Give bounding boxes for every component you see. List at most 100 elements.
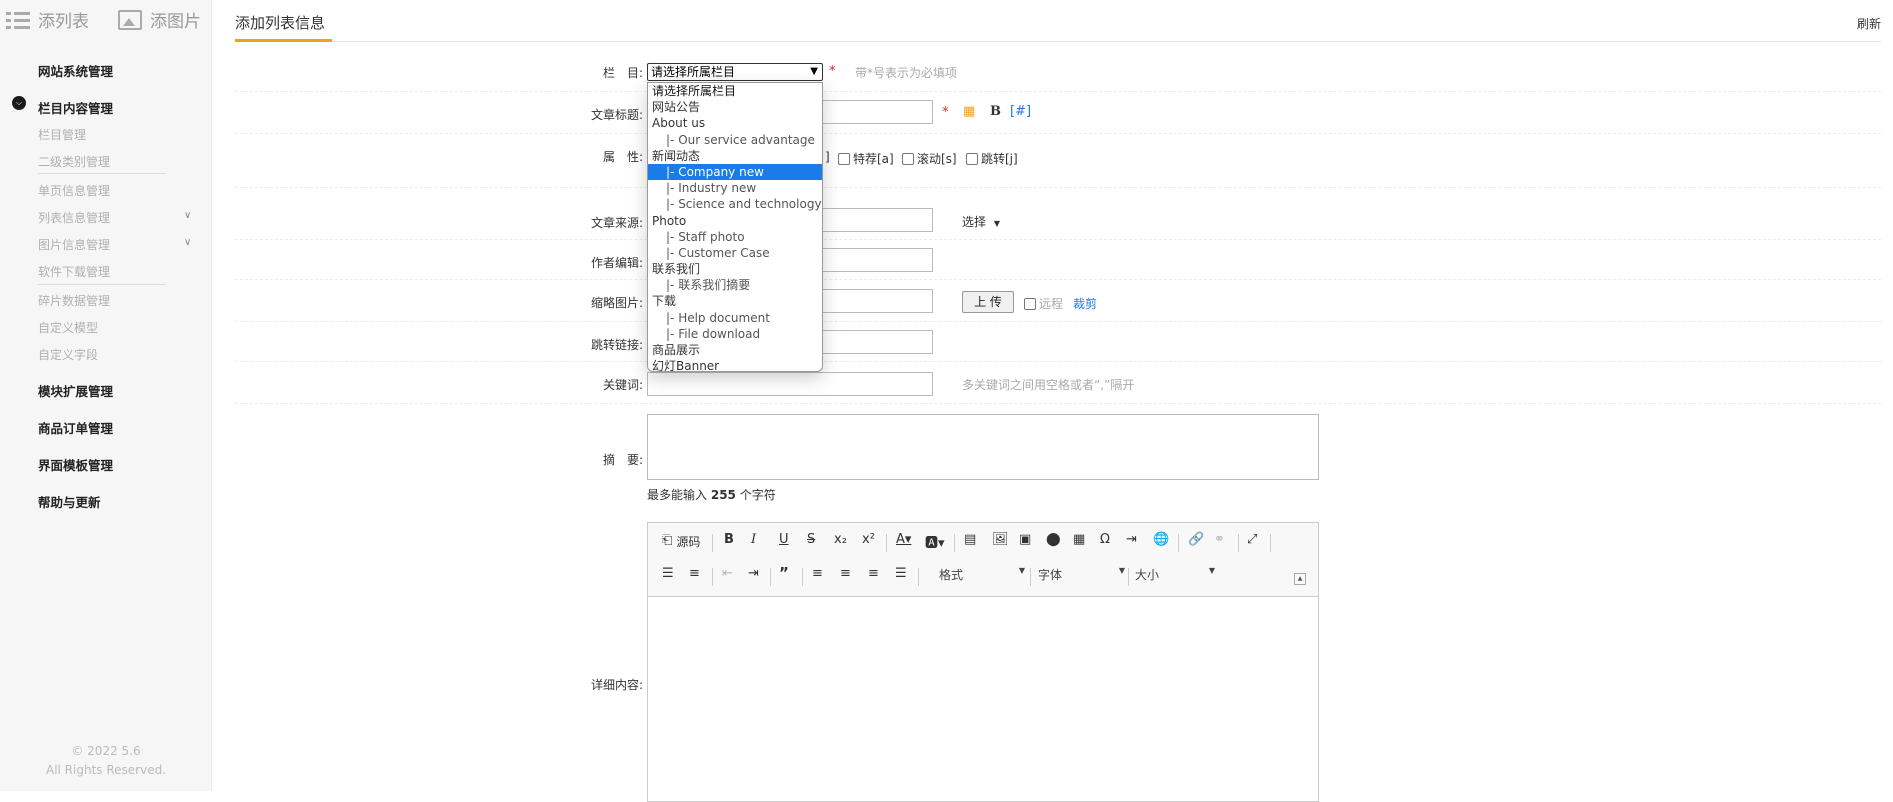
sidebar-subitem-custom-model[interactable]: 自定义模型	[38, 319, 98, 336]
dropdown-option[interactable]: |- 联系我们摘要	[648, 277, 822, 293]
chevron-down-icon[interactable]: ⌵	[12, 96, 26, 110]
toolbar-separator	[1128, 568, 1129, 586]
title-underline	[235, 39, 332, 42]
category-select[interactable]: 请选择所属栏目 ▼	[647, 63, 823, 81]
dropdown-option[interactable]: About us	[648, 115, 822, 131]
bold-icon[interactable]: B	[724, 532, 734, 547]
attr-featured-checkbox[interactable]: 特荐[a]	[838, 150, 894, 167]
maximize-icon[interactable]: ⤢	[1247, 532, 1257, 547]
attr-option-partial[interactable]: ]	[825, 150, 830, 164]
unlink-icon[interactable]: ⚭	[1214, 532, 1225, 547]
link-icon[interactable]: 🔗	[1188, 532, 1204, 547]
format-select[interactable]: 格式 ▼	[939, 566, 1025, 583]
sidebar-item-product-orders[interactable]: 商品订单管理	[38, 418, 113, 437]
size-select[interactable]: 大小 ▼	[1135, 566, 1215, 583]
category-dropdown-list[interactable]: 请选择所属栏目 网站公告 About us |- Our service advant…	[647, 82, 823, 372]
upload-button[interactable]: 上 传	[962, 291, 1014, 313]
dropdown-option[interactable]: 下载	[648, 293, 822, 309]
sidebar-subitem-fragment-data[interactable]: 碎片数据管理	[38, 292, 110, 309]
font-select[interactable]: 字体 ▼	[1038, 566, 1125, 583]
special-char-icon[interactable]: Ω	[1100, 532, 1110, 547]
dropdown-option[interactable]: |- File download	[648, 326, 822, 342]
source-button[interactable]: ⎗ 源码	[662, 533, 700, 550]
sidebar-subitem-list-info[interactable]: 列表信息管理	[38, 209, 110, 226]
attributes-label: 属 性:	[602, 150, 643, 164]
keywords-label: 关键词:	[602, 378, 643, 392]
blockquote-icon[interactable]: ”	[779, 564, 789, 582]
superscript-icon[interactable]: x²	[862, 532, 875, 547]
form-row-source: 文章来源: 选择 ▼	[235, 200, 1881, 240]
crop-link[interactable]: 裁剪	[1073, 295, 1097, 312]
strikethrough-icon[interactable]: S	[807, 532, 815, 547]
table-icon[interactable]: ▦	[1073, 532, 1085, 547]
subscript-icon[interactable]: x₂	[834, 532, 847, 547]
dropdown-option[interactable]: 新闻动态	[648, 148, 822, 164]
collapse-toolbar-icon[interactable]: ▲	[1294, 573, 1306, 585]
sidebar-item-templates[interactable]: 界面模板管理	[38, 455, 113, 474]
attr-scroll-checkbox[interactable]: 滚动[s]	[902, 150, 957, 167]
sidebar-subitem-software-download[interactable]: 软件下载管理	[38, 263, 110, 280]
checkbox[interactable]	[838, 152, 850, 165]
dropdown-option[interactable]: 请选择所属栏目	[648, 83, 822, 99]
dropdown-option[interactable]: Photo	[648, 213, 822, 229]
dropdown-option[interactable]: 商品展示	[648, 342, 822, 358]
checkbox[interactable]	[902, 152, 914, 165]
dropdown-option[interactable]: 幻灯Banner	[648, 358, 822, 371]
unordered-list-icon[interactable]: ≡	[689, 566, 700, 581]
template-icon[interactable]: ▤	[964, 532, 976, 547]
ordered-list-icon[interactable]: ☰	[662, 566, 674, 581]
text-color-icon[interactable]: A▾	[896, 532, 911, 547]
underline-icon[interactable]: U	[779, 532, 789, 547]
dropdown-option[interactable]: |- Customer Case	[648, 245, 822, 261]
italic-icon[interactable]: I	[751, 532, 756, 547]
flash-icon[interactable]: ⬤	[1046, 532, 1061, 547]
add-list-tab[interactable]: 添列表	[6, 7, 89, 32]
image-icon[interactable]: 🖼	[992, 532, 1009, 547]
bold-toggle[interactable]: B	[990, 104, 1001, 119]
keywords-input[interactable]	[647, 372, 933, 396]
dropdown-option[interactable]: 网站公告	[648, 99, 822, 115]
sidebar-item-site-system[interactable]: 网站系统管理	[38, 61, 113, 80]
outdent-icon[interactable]: ⇤	[722, 566, 733, 581]
sidebar-item-help-update[interactable]: 帮助与更新	[38, 492, 101, 511]
align-center-icon[interactable]: ≡	[840, 566, 851, 581]
sidebar-subitem-custom-field[interactable]: 自定义字段	[38, 346, 98, 363]
required-hint: 带*号表示为必填项	[855, 66, 958, 80]
sidebar-item-module-extension[interactable]: 模块扩展管理	[38, 381, 113, 400]
hash-link[interactable]: [#]	[1010, 104, 1031, 119]
attr-jump-checkbox[interactable]: 跳转[j]	[966, 150, 1018, 167]
indent-icon[interactable]: ⇥	[748, 566, 759, 581]
sidebar-subitem-secondary-category[interactable]: 二级类别管理	[38, 153, 110, 170]
dropdown-option[interactable]: |- Science and technology	[648, 196, 822, 212]
sidebar-subitem-column-manage[interactable]: 栏目管理	[38, 126, 86, 143]
align-justify-icon[interactable]: ☰	[895, 566, 907, 581]
remote-checkbox[interactable]: 远程	[1024, 295, 1063, 312]
align-left-icon[interactable]: ≡	[812, 566, 823, 581]
multi-image-icon[interactable]: ▣	[1019, 532, 1031, 547]
checkbox[interactable]	[1024, 297, 1036, 310]
rich-text-editor[interactable]: ⎗ 源码 B I U S x₂ x² A▾ 🅰▾ ▤ 🖼 ▣ ⬤ ▦ Ω ⇥ 🌐 …	[647, 522, 1319, 802]
source-select[interactable]: 选择 ▼	[962, 213, 1000, 230]
expand-arrow-icon[interactable]: ∨	[184, 237, 191, 248]
background-color-icon[interactable]: 🅰▾	[925, 532, 945, 551]
checkbox[interactable]	[966, 152, 978, 165]
sidebar-item-column-content[interactable]: 栏目内容管理	[38, 98, 113, 117]
author-label: 作者编辑:	[590, 256, 643, 270]
color-picker-icon[interactable]: ▦	[963, 104, 975, 119]
align-right-icon[interactable]: ≡	[868, 566, 879, 581]
sidebar-subitem-single-page[interactable]: 单页信息管理	[38, 182, 110, 199]
page-break-icon[interactable]: ⇥	[1126, 532, 1137, 547]
summary-textarea[interactable]	[647, 414, 1319, 480]
refresh-button[interactable]: 刷新	[1857, 15, 1881, 32]
dropdown-option[interactable]: |- Help document	[648, 310, 822, 326]
editor-toolbar: ⎗ 源码 B I U S x₂ x² A▾ 🅰▾ ▤ 🖼 ▣ ⬤ ▦ Ω ⇥ 🌐 …	[648, 523, 1318, 597]
dropdown-option[interactable]: |- Company new	[648, 163, 822, 181]
add-image-tab[interactable]: 添图片	[118, 7, 201, 32]
sidebar-subitem-image-info[interactable]: 图片信息管理	[38, 236, 110, 253]
dropdown-option[interactable]: |- Industry new	[648, 180, 822, 196]
dropdown-option[interactable]: |- Staff photo	[648, 229, 822, 245]
dropdown-option[interactable]: |- Our service advantage	[648, 132, 822, 148]
expand-arrow-icon[interactable]: ∨	[184, 210, 191, 221]
iframe-icon[interactable]: 🌐	[1153, 532, 1169, 547]
dropdown-option[interactable]: 联系我们	[648, 261, 822, 277]
